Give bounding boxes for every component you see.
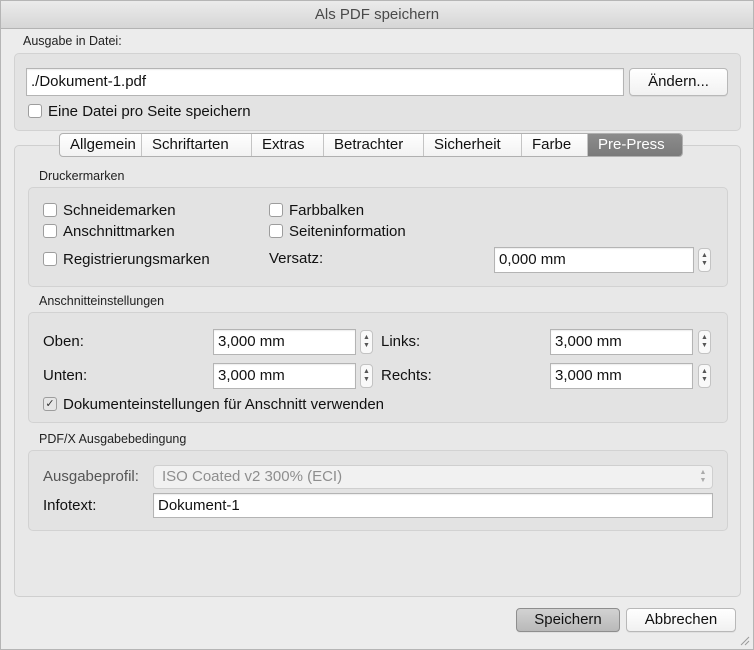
bleed-top-stepper[interactable]: ▲ ▼ [360, 330, 373, 354]
output-profile-select[interactable]: ISO Coated v2 300% (ECI) ▲ ▼ [153, 465, 713, 489]
bleed-top-field[interactable]: 3,000 mm [213, 329, 356, 355]
tab-pre-press[interactable]: Pre-Press [588, 134, 682, 156]
bleed-top-label: Oben: [43, 333, 84, 350]
title-bar[interactable]: Als PDF speichern [1, 1, 753, 29]
color-bars-label: Farbbalken [289, 201, 365, 219]
crop-marks-checkbox[interactable]: Schneidemarken [43, 200, 176, 220]
cancel-button[interactable]: Abbrechen [626, 608, 736, 632]
bleed-left-stepper[interactable]: ▲ ▼ [698, 330, 711, 354]
registration-marks-checkbox[interactable]: Registrierungsmarken [43, 249, 210, 269]
checkbox-box [43, 203, 57, 217]
bleed-left-field[interactable]: 3,000 mm [550, 329, 693, 355]
tab-allgemein[interactable]: Allgemein [60, 134, 142, 156]
bleed-bottom-field[interactable]: 3,000 mm [213, 363, 356, 389]
crop-marks-label: Schneidemarken [63, 201, 176, 219]
save-as-pdf-dialog: Als PDF speichern Ausgabe in Datei: ./Do… [0, 0, 754, 650]
change-path-button[interactable]: Ändern... [629, 68, 728, 96]
bleed-right-stepper[interactable]: ▲ ▼ [698, 364, 711, 388]
bleed-right-field[interactable]: 3,000 mm [550, 363, 693, 389]
info-text-field[interactable]: Dokument-1 [153, 493, 713, 518]
chevron-up-icon: ▲ [363, 334, 370, 341]
select-arrows-icon: ▲ ▼ [699, 469, 707, 484]
tab-schriftarten[interactable]: Schriftarten [142, 134, 252, 156]
bleed-marks-label: Anschnittmarken [63, 222, 175, 240]
tab-farbe[interactable]: Farbe [522, 134, 588, 156]
page-info-label: Seiteninformation [289, 222, 406, 240]
checkbox-box [43, 252, 57, 266]
offset-stepper[interactable]: ▲ ▼ [698, 248, 711, 272]
chevron-down-icon: ▼ [701, 376, 708, 383]
color-bars-checkbox[interactable]: Farbbalken [269, 200, 364, 220]
bleed-left-label: Links: [381, 333, 421, 350]
tab-betrachter[interactable]: Betrachter [324, 134, 424, 156]
bleed-bottom-label: Unten: [43, 367, 88, 384]
checkbox-box [28, 104, 42, 118]
checkbox-box [269, 203, 283, 217]
chevron-up-icon: ▲ [701, 252, 708, 259]
chevron-down-icon: ▼ [701, 342, 708, 349]
pdfx-heading: PDF/X Ausgabebedingung [39, 432, 187, 446]
bleed-right-label: Rechts: [381, 367, 432, 384]
bleed-marks-checkbox[interactable]: Anschnittmarken [43, 221, 175, 241]
bleed-settings-heading: Anschnitteinstellungen [39, 294, 165, 308]
printer-marks-heading: Druckermarken [39, 169, 125, 183]
window-title: Als PDF speichern [314, 6, 440, 23]
pdfx-group [28, 450, 728, 531]
registration-marks-label: Registrierungsmarken [63, 250, 210, 268]
offset-field[interactable]: 0,000 mm [494, 247, 694, 273]
output-file-label: Ausgabe in Datei: [23, 34, 122, 48]
output-profile-value: ISO Coated v2 300% (ECI) [162, 468, 343, 485]
output-profile-label: Ausgabeprofil: [43, 468, 139, 485]
checkbox-box [269, 224, 283, 238]
chevron-down-icon: ▼ [363, 342, 370, 349]
chevron-up-icon: ▲ [363, 368, 370, 375]
chevron-down-icon: ▼ [363, 376, 370, 383]
resize-grip-icon[interactable] [738, 634, 750, 646]
checkmark-icon: ✓ [43, 397, 57, 411]
tab-bar: Allgemein Schriftarten Extras Betrachter… [59, 133, 683, 157]
use-document-bleed-checkbox[interactable]: ✓ Dokumenteinstellungen für Anschnitt ve… [43, 394, 384, 414]
save-button[interactable]: Speichern [516, 608, 620, 632]
info-text-label: Infotext: [43, 497, 97, 514]
one-file-per-page-label: Eine Datei pro Seite speichern [48, 102, 251, 120]
page-info-checkbox[interactable]: Seiteninformation [269, 221, 406, 241]
tab-extras[interactable]: Extras [252, 134, 324, 156]
bleed-bottom-stepper[interactable]: ▲ ▼ [360, 364, 373, 388]
chevron-down-icon: ▼ [701, 260, 708, 267]
use-document-bleed-label: Dokumenteinstellungen für Anschnitt verw… [63, 395, 385, 413]
checkbox-box [43, 224, 57, 238]
chevron-up-icon: ▲ [701, 368, 708, 375]
output-path-field[interactable]: ./Dokument-1.pdf [26, 68, 624, 96]
offset-label: Versatz: [269, 250, 324, 267]
one-file-per-page-checkbox[interactable]: Eine Datei pro Seite speichern [28, 101, 251, 121]
tab-sicherheit[interactable]: Sicherheit [424, 134, 522, 156]
chevron-up-icon: ▲ [701, 334, 708, 341]
